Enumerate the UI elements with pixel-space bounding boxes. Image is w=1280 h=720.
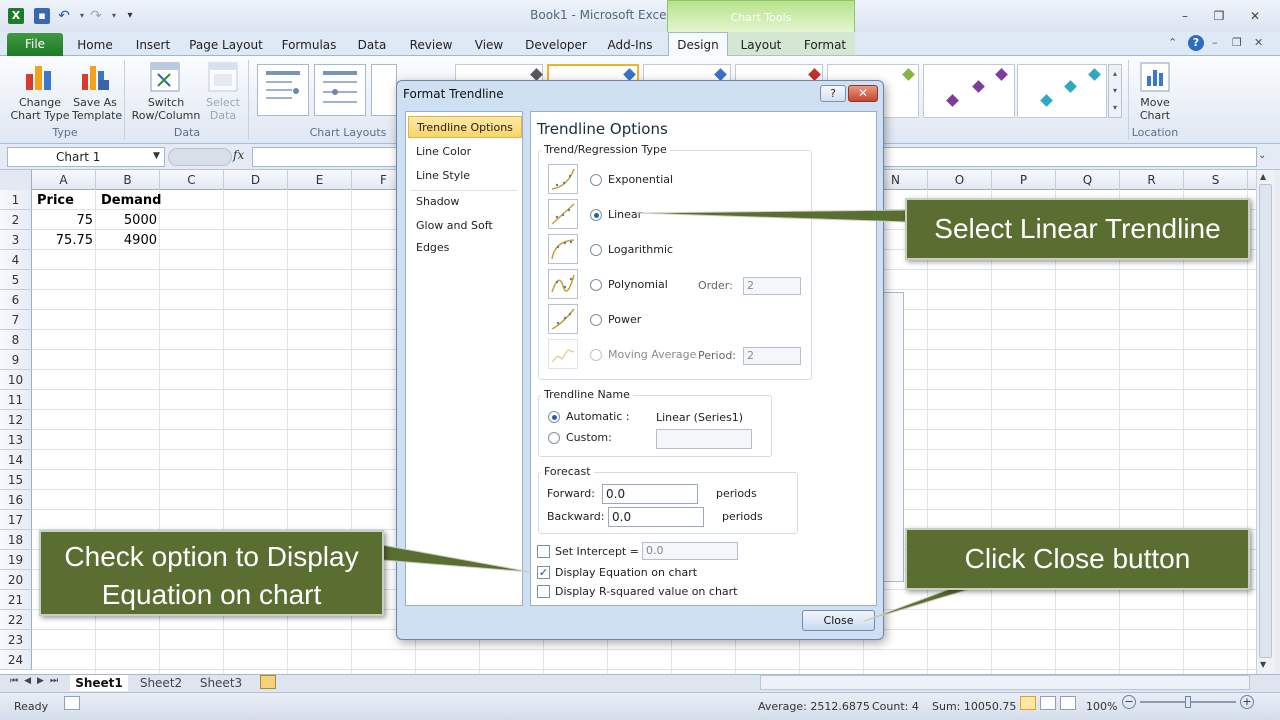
callout-display-equation-line1: Check option to Display	[64, 541, 359, 572]
callout-display-equation-line2: Equation on chart	[101, 579, 322, 610]
callout-display-equation: Check option to Display Equation on char…	[39, 530, 384, 616]
callout-select-linear: Select Linear Trendline	[905, 198, 1250, 260]
callout-click-close: Click Close button	[905, 528, 1250, 590]
